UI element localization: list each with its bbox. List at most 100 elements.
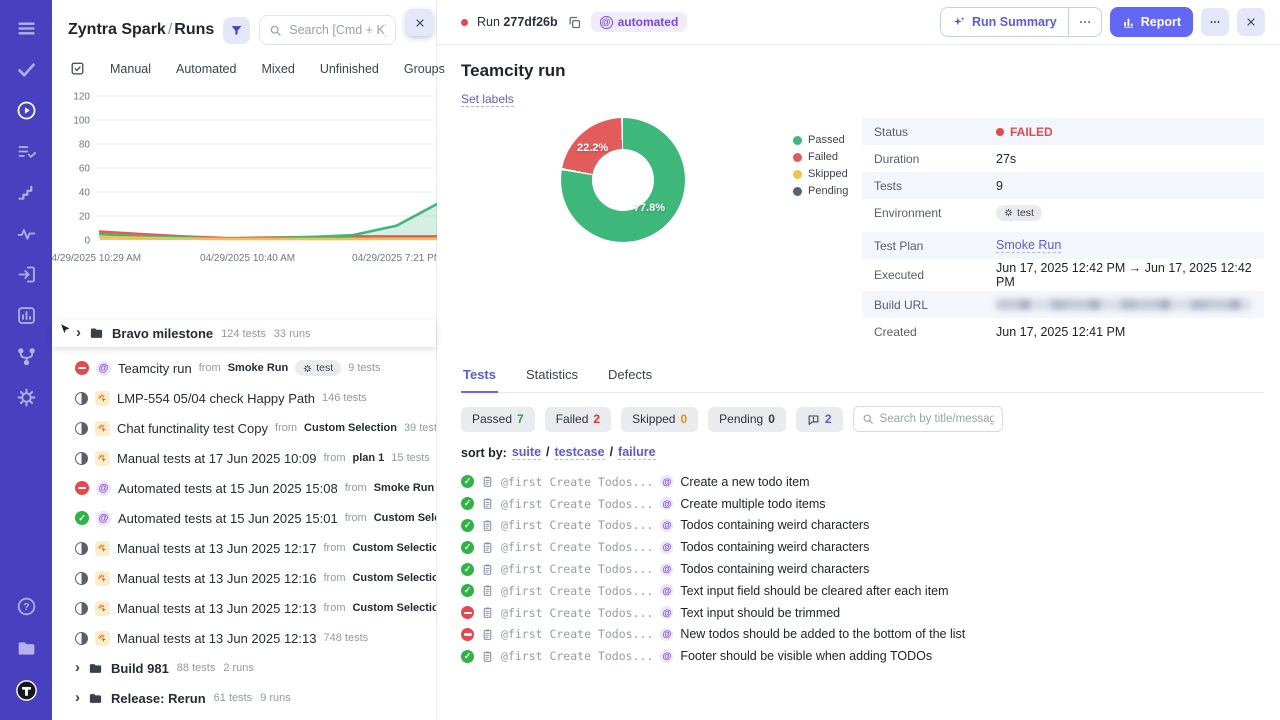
list-check-icon[interactable]	[14, 139, 38, 163]
automated-test-icon: @	[660, 584, 674, 598]
pulse-icon[interactable]	[14, 221, 38, 245]
manual-run-icon	[95, 450, 110, 466]
run-summary-button[interactable]: Run Summary	[941, 8, 1068, 36]
tests-search[interactable]	[852, 406, 1003, 432]
filter-pill-passed[interactable]: Passed 7	[461, 406, 535, 432]
run-list-item[interactable]: LMP-554 05/04 check Happy Path 146 tests	[52, 383, 436, 413]
run-list-item[interactable]: Manual tests at 13 Jun 2025 12:16 from Cus…	[52, 563, 436, 593]
folders-icon[interactable]	[14, 636, 38, 660]
run-rows: @ Teamcity run from Smoke Run test 9 tests LMP…	[52, 353, 436, 653]
logo-icon[interactable]	[14, 678, 38, 702]
test-row[interactable]: @first Create Todos... @ Text input should…	[461, 602, 1264, 624]
automated-badge[interactable]: @ automated	[590, 12, 688, 32]
runs-tab-manual[interactable]: Manual	[110, 62, 151, 76]
test-row[interactable]: ✓ @first Create Todos... @ Todos containing…	[461, 515, 1264, 537]
gear-icon[interactable]	[14, 385, 38, 409]
run-list-item[interactable]: Manual tests at 17 Jun 2025 10:09 from pla…	[52, 443, 436, 473]
sort-by-failure[interactable]: failure	[618, 445, 656, 460]
folder-list-item[interactable]: › Build 981 88 tests 2 runs	[52, 653, 436, 683]
filter-pill-comments[interactable]: 2	[795, 406, 843, 432]
close-run-button[interactable]	[1237, 8, 1265, 36]
legend-item[interactable]: Skipped	[793, 168, 848, 180]
check-icon[interactable]	[14, 57, 38, 81]
folder-list-item[interactable]: › Release: Rerun 61 tests 9 runs	[52, 683, 436, 713]
run-list-item[interactable]: Chat functinality test Copy from Custom Se…	[52, 413, 436, 443]
branch-icon[interactable]	[14, 344, 38, 368]
filter-pill-pending[interactable]: Pending 0	[708, 406, 786, 432]
breadcrumb-project[interactable]: Zyntra Spark	[68, 21, 166, 38]
test-row[interactable]: ✓ @first Create Todos... @ Text input field…	[461, 580, 1264, 602]
milestone-name[interactable]: Bravo milestone	[112, 326, 213, 341]
milestone-row[interactable]: › Bravo milestone 124 tests 33 runs	[52, 320, 436, 347]
chevron-right-icon[interactable]: ›	[76, 325, 81, 340]
donut-passed-label: 77.8%	[633, 202, 665, 214]
tests-search-input[interactable]	[879, 413, 994, 425]
runs-tab-groups[interactable]: Groups	[404, 62, 445, 76]
runs-tab-mixed[interactable]: Mixed	[261, 62, 294, 76]
sort-by-label: sort by:	[461, 445, 507, 460]
run-list-item[interactable]: Manual tests at 13 Jun 2025 12:17 from Cus…	[52, 533, 436, 563]
run-list-item[interactable]: Manual tests at 13 Jun 2025 12:13 from Cus…	[52, 593, 436, 623]
import-icon[interactable]	[14, 262, 38, 286]
test-title: Todos containing weird characters	[680, 540, 870, 555]
filter-button[interactable]	[223, 16, 251, 44]
x-axis-label: 04/29/2025 10:29 AM	[52, 253, 142, 264]
tab-tests[interactable]: Tests	[461, 363, 498, 393]
runs-tab-unfinished[interactable]: Unfinished	[320, 62, 379, 76]
clipboard-icon	[481, 584, 494, 597]
filter-pill-failed[interactable]: Failed 2	[544, 406, 612, 432]
tests-list: ✓ @first Create Todos... @ Create a new tod…	[461, 471, 1264, 667]
folder-tests-count: 88 tests	[176, 662, 216, 674]
run-status-dot	[461, 18, 468, 26]
tab-defects[interactable]: Defects	[606, 363, 654, 392]
report-button[interactable]: Report	[1109, 7, 1193, 37]
runs-history-chart: 120 100 80 60 40 20 0 04/29/2025 10:29 AM 04/29…	[52, 88, 437, 276]
run-source: Custom Selection	[352, 602, 436, 614]
run-source: Custom Selection	[373, 512, 436, 524]
svg-text:?: ?	[23, 602, 29, 613]
run-list-item[interactable]: Manual tests at 13 Jun 2025 12:13 748 tes…	[52, 623, 436, 653]
runs-search-input[interactable]	[289, 23, 386, 37]
svg-text:0: 0	[84, 236, 90, 247]
test-row[interactable]: ✓ @first Create Todos... @ Create multiple …	[461, 493, 1264, 515]
x-axis-label: 04/29/2025 10:40 AM	[200, 253, 296, 264]
chevron-right-icon[interactable]: ›	[75, 690, 80, 705]
filter-pill-skipped[interactable]: Skipped 0	[621, 406, 699, 432]
clipboard-icon	[481, 606, 494, 619]
environment-badge: test	[295, 360, 342, 376]
chart-x-axis-labels: 04/29/2025 10:29 AM 04/29/2025 10:40 AM 04…	[52, 253, 436, 269]
legend-item[interactable]: Failed	[793, 151, 848, 163]
run-list-item[interactable]: @ Automated tests at 15 Jun 2025 15:08 fro…	[52, 473, 436, 503]
test-row[interactable]: @first Create Todos... @ New todos should …	[461, 624, 1264, 646]
legend-item[interactable]: Passed	[793, 134, 848, 146]
test-plan-link[interactable]: Smoke Run	[996, 238, 1062, 253]
tab-statistics[interactable]: Statistics	[524, 363, 580, 392]
test-suite: @first Create Todos...	[501, 562, 654, 577]
runs-tab-automated[interactable]: Automated	[176, 62, 236, 76]
more-actions-button[interactable]	[1201, 8, 1229, 36]
pending-status-icon	[75, 571, 88, 585]
test-row[interactable]: ✓ @first Create Todos... @ Create a new tod…	[461, 471, 1264, 493]
legend-item[interactable]: Pending	[793, 185, 848, 197]
manual-run-icon	[95, 600, 110, 616]
run-list-item[interactable]: @ Teamcity run from Smoke Run test 9 tests	[52, 353, 436, 383]
sort-by-testcase[interactable]: testcase	[554, 445, 605, 460]
chevron-right-icon[interactable]: ›	[75, 660, 80, 675]
bar-chart-icon[interactable]	[14, 303, 38, 327]
run-summary-more-button[interactable]	[1067, 8, 1101, 36]
test-row[interactable]: ✓ @first Create Todos... @ Footer should be…	[461, 645, 1264, 667]
menu-icon[interactable]	[14, 16, 38, 40]
copy-run-id-button[interactable]	[567, 15, 582, 30]
run-list-item[interactable]: ✓ @ Automated tests at 15 Jun 2025 15:01 fr…	[52, 503, 436, 533]
multi-select-icon[interactable]	[70, 61, 85, 76]
help-icon[interactable]: ?	[14, 594, 38, 618]
play-circle-icon[interactable]	[14, 98, 38, 122]
test-row[interactable]: ✓ @first Create Todos... @ Todos containing…	[461, 558, 1264, 580]
steps-icon[interactable]	[14, 180, 38, 204]
sort-by-suite[interactable]: suite	[511, 445, 542, 460]
runs-search[interactable]	[259, 15, 396, 45]
breadcrumb-page: Runs	[174, 21, 215, 38]
set-labels-link[interactable]: Set labels	[461, 92, 514, 107]
test-row[interactable]: ✓ @first Create Todos... @ Todos containing…	[461, 536, 1264, 558]
panel-close-button[interactable]	[406, 9, 433, 36]
